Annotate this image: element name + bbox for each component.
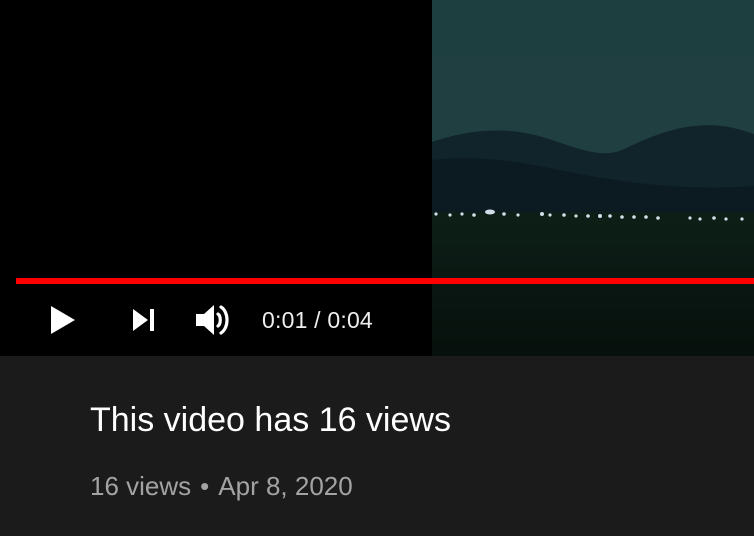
video-frame[interactable] [432,0,754,356]
play-button[interactable] [40,298,86,342]
progress-bar-played [16,278,754,284]
progress-bar[interactable] [16,278,754,284]
play-icon [51,306,75,334]
upload-date: Apr 8, 2020 [218,471,353,501]
video-title: This video has 16 views [90,401,451,439]
video-player[interactable]: 0:01 / 0:04 [0,0,754,356]
current-time: 0:01 [262,307,308,333]
volume-button[interactable] [190,298,238,342]
video-metadata: 16 views • Apr 8, 2020 [90,470,353,502]
video-page: 0:01 / 0:04 This video has 16 views 16 v… [0,0,754,536]
time-display: 0:01 / 0:04 [262,306,373,334]
meta-separator: • [200,471,210,501]
next-button[interactable] [124,298,164,342]
view-count: 16 views [90,471,192,501]
duration: 0:04 [327,307,373,333]
video-thumbnail-image [432,0,754,356]
volume-icon [196,305,229,335]
time-separator: / [307,307,328,333]
next-icon [133,309,154,331]
video-info: This video has 16 views 16 views • Apr 8, … [0,356,754,536]
